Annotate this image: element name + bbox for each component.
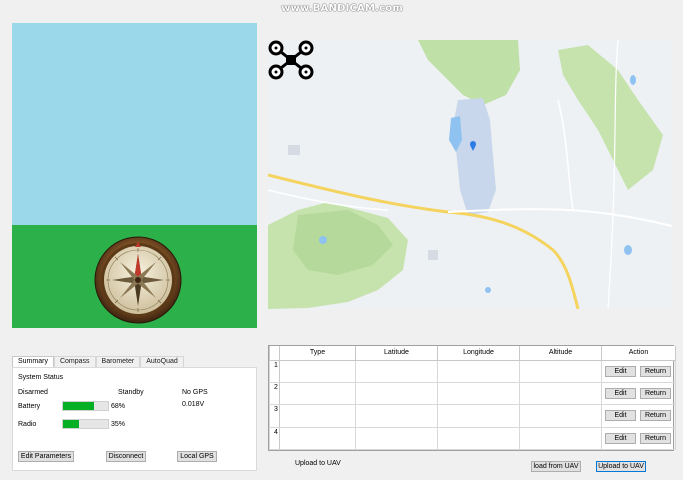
table-row: 2 Edit Return	[269, 381, 676, 406]
radio-bar-fill	[63, 420, 79, 428]
table-row: 1 Edit Return	[269, 359, 676, 383]
flight-mode: Standby	[118, 389, 144, 396]
table-header-row: Type Latitude Longitude Altitude Action	[269, 346, 676, 361]
row-number: 2	[269, 381, 280, 406]
cell-longitude[interactable]	[437, 381, 520, 406]
header-longitude: Longitude	[437, 346, 520, 361]
edit-parameters-button[interactable]: Edit Parameters	[18, 451, 74, 462]
map-view[interactable]	[268, 40, 672, 309]
status-tabs: Summary Compass Barometer AutoQuad	[12, 356, 184, 367]
return-button[interactable]: Return	[640, 410, 671, 422]
cell-latitude[interactable]	[355, 359, 438, 383]
cell-action: Edit Return	[601, 426, 676, 451]
edit-button[interactable]: Edit	[605, 388, 636, 400]
cell-altitude[interactable]	[519, 359, 602, 383]
attitude-indicator	[12, 23, 257, 328]
cell-altitude[interactable]	[519, 381, 602, 406]
cell-type[interactable]	[279, 359, 356, 383]
row-number: 3	[269, 404, 280, 428]
cell-altitude[interactable]	[519, 404, 602, 428]
load-from-uav-button[interactable]: load from UAV	[531, 461, 581, 472]
row-number: 4	[269, 426, 280, 451]
cell-latitude[interactable]	[355, 381, 438, 406]
cell-action: Edit Return	[601, 404, 676, 428]
cell-action: Edit Return	[601, 359, 676, 383]
edit-button[interactable]: Edit	[605, 410, 636, 422]
radio-bar	[62, 419, 109, 429]
row-number: 1	[269, 359, 280, 383]
edit-button[interactable]: Edit	[605, 365, 636, 377]
header-type: Type	[279, 346, 356, 361]
cell-latitude[interactable]	[355, 404, 438, 428]
attitude-sky	[12, 23, 257, 225]
armed-state: Disarmed	[18, 389, 48, 396]
cell-action: Edit Return	[601, 381, 676, 406]
cell-type[interactable]	[279, 404, 356, 428]
waypoint-table: Type Latitude Longitude Altitude Action …	[268, 345, 676, 451]
header-action: Action	[601, 346, 676, 361]
upload-to-uav-button[interactable]: Upload to UAV	[596, 461, 646, 472]
disconnect-button[interactable]: Disconnect	[106, 451, 146, 462]
header-rownum	[269, 346, 280, 361]
cell-longitude[interactable]	[437, 359, 520, 383]
radio-percent: 35%	[111, 421, 126, 428]
tab-autoquad[interactable]: AutoQuad	[140, 356, 184, 367]
return-button[interactable]: Return	[640, 432, 671, 444]
tab-barometer[interactable]: Barometer	[95, 356, 141, 367]
map-tiles	[268, 40, 672, 309]
voltage-reading: 0.018V	[182, 401, 205, 408]
cell-altitude[interactable]	[519, 426, 602, 451]
battery-percent: 68%	[111, 403, 126, 410]
local-gps-button[interactable]: Local GPS	[177, 451, 217, 462]
cell-latitude[interactable]	[355, 426, 438, 451]
cell-type[interactable]	[279, 381, 356, 406]
recording-watermark: www.BANDICAM.com	[281, 3, 403, 14]
battery-bar-fill	[63, 402, 94, 410]
summary-panel: System Status Disarmed Standby No GPS 0.…	[12, 367, 257, 471]
cell-longitude[interactable]	[437, 426, 520, 451]
table-row: 3 Edit Return	[269, 404, 676, 428]
quadcopter-icon[interactable]	[268, 40, 314, 80]
cell-type[interactable]	[279, 426, 356, 451]
upload-label: Upload to UAV	[295, 460, 341, 467]
table-row: 4 Edit Return	[269, 426, 676, 451]
battery-label: Battery	[18, 403, 41, 410]
gps-status: No GPS	[182, 389, 208, 396]
system-status-title: System Status	[18, 374, 64, 381]
return-button[interactable]: Return	[640, 388, 671, 400]
tab-summary[interactable]: Summary	[12, 356, 54, 367]
tab-compass[interactable]: Compass	[53, 356, 96, 367]
cell-longitude[interactable]	[437, 404, 520, 428]
radio-label: Radio	[18, 421, 37, 428]
header-altitude: Altitude	[519, 346, 602, 361]
battery-bar	[62, 401, 109, 411]
header-latitude: Latitude	[355, 346, 438, 361]
edit-button[interactable]: Edit	[605, 432, 636, 444]
return-button[interactable]: Return	[640, 365, 671, 377]
compass-icon	[94, 236, 182, 324]
